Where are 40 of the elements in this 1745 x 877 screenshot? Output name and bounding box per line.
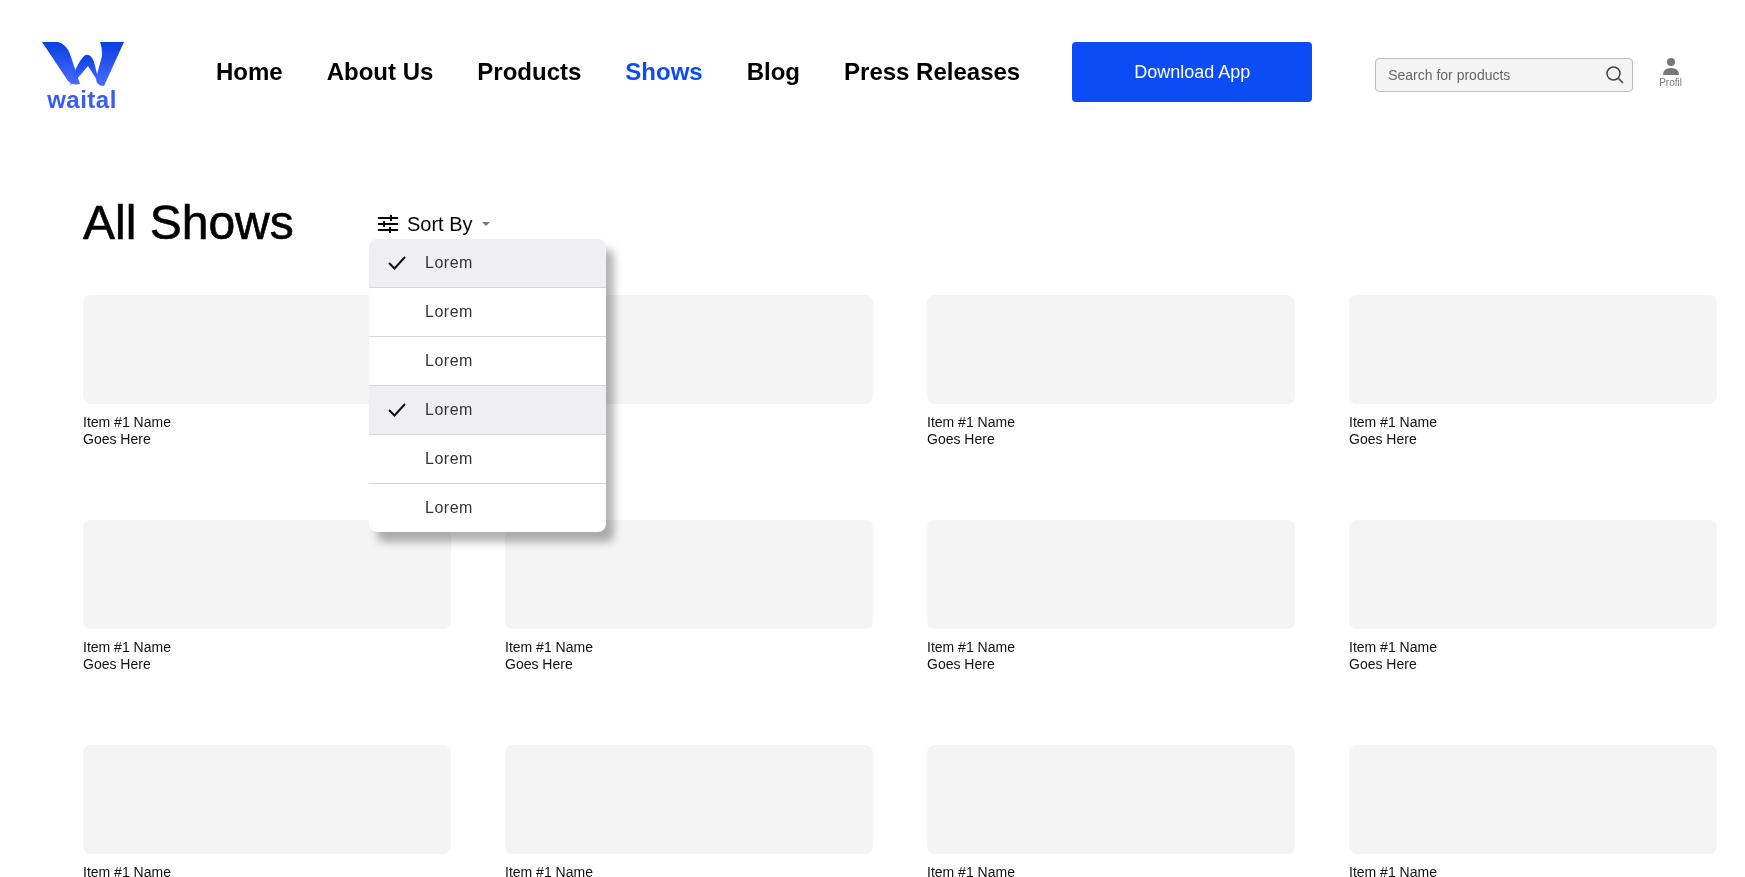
logo-text: waital: [47, 88, 117, 112]
item-name: Goes Here: [505, 656, 573, 673]
item-name: Goes Here: [927, 431, 995, 448]
nav-link[interactable]: About Us: [326, 58, 434, 86]
sort-option[interactable]: Lorem: [369, 385, 606, 434]
show-thumbnail-placeholder[interactable]: [505, 520, 873, 629]
item-name: Item #1 Name: [505, 864, 593, 877]
profile-label: Profil: [1659, 76, 1682, 88]
page-title: All Shows: [83, 194, 295, 250]
item-name: Item #1 Name: [1349, 639, 1437, 656]
logo-icon: [40, 42, 124, 86]
nav-link[interactable]: Products: [477, 58, 582, 86]
nav-link[interactable]: Shows: [625, 58, 703, 86]
item-name: Goes Here: [83, 656, 151, 673]
item-name: Goes Here: [1349, 656, 1417, 673]
item-name: Goes Here: [1349, 431, 1417, 448]
item-name: Item #1 Name: [83, 639, 171, 656]
item-name: Item #1 Name: [1349, 414, 1437, 431]
sort-option[interactable]: Lorem: [369, 434, 606, 483]
item-name: Item #1 Name: [1349, 864, 1437, 877]
download-app-button[interactable]: Download App: [1072, 42, 1313, 102]
profile-icon[interactable]: [1661, 56, 1680, 75]
caret-icon: [480, 221, 491, 227]
nav-link[interactable]: Press Releases: [844, 58, 1021, 86]
item-name: Goes Here: [927, 656, 995, 673]
item-name: Item #1 Name: [927, 414, 1015, 431]
nav-link[interactable]: Home: [216, 58, 283, 86]
item-name: Item #1 Name: [505, 639, 593, 656]
search-field[interactable]: Search for products: [1375, 58, 1634, 92]
item-name: Item #1 Name: [83, 414, 171, 431]
item-name: Item #1 Name: [83, 864, 171, 877]
item-name: Item #1 Name: [927, 864, 1015, 877]
item-name: Item #1 Name: [927, 639, 1015, 656]
sort-option[interactable]: Lorem: [369, 239, 606, 287]
nav-link[interactable]: Blog: [746, 58, 801, 86]
sliders-icon: [377, 215, 399, 233]
show-thumbnail-placeholder[interactable]: [83, 520, 451, 629]
search-icon: [1605, 65, 1626, 85]
sort-by-button[interactable]: Sort By: [377, 212, 491, 236]
item-name: Goes Here: [83, 431, 151, 448]
